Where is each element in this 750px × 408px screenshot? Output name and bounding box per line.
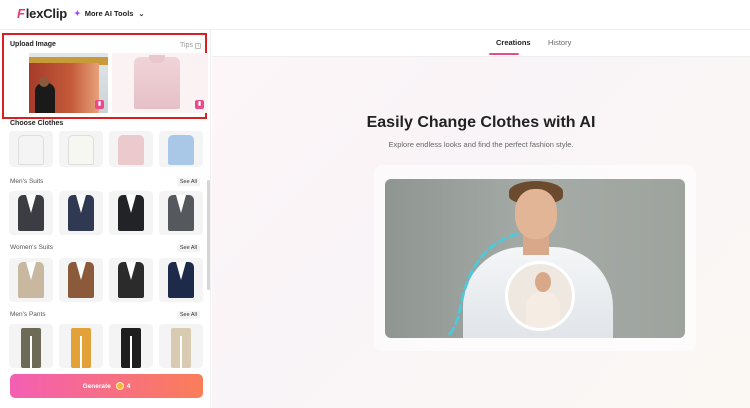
left-panel: Upload Image Tips ? ▮ ▮ Choose Clothes M… bbox=[0, 30, 211, 408]
active-tab-indicator bbox=[489, 53, 519, 55]
clothes-item[interactable] bbox=[59, 324, 103, 368]
clothes-item[interactable] bbox=[59, 258, 103, 302]
sparkle-icon: ✦ bbox=[74, 9, 81, 18]
clothes-item[interactable] bbox=[159, 191, 203, 235]
clothes-item[interactable] bbox=[109, 258, 153, 302]
womens-suits-row bbox=[9, 258, 203, 302]
section-label-mens-suits: Men's Suits bbox=[10, 178, 44, 185]
generate-label: Generate bbox=[82, 382, 111, 390]
credit-cost: 4 bbox=[126, 382, 131, 390]
mens-pants-row bbox=[9, 324, 203, 368]
main-area: Creations History Easily Change Clothes … bbox=[212, 30, 750, 408]
hero-title: Easily Change Clothes with AI bbox=[366, 114, 596, 131]
demo-image bbox=[385, 179, 685, 338]
uploaded-clothes-image[interactable]: ▮ bbox=[112, 53, 208, 113]
see-all-button[interactable]: See All bbox=[176, 178, 200, 186]
generate-button[interactable]: Generate 4 bbox=[10, 374, 203, 398]
more-ai-tools-label: More AI Tools bbox=[84, 9, 134, 18]
clothes-preview-circle bbox=[505, 261, 575, 331]
section-label-womens-suits: Women's Suits bbox=[10, 244, 54, 251]
clothes-item[interactable] bbox=[109, 131, 153, 167]
clothes-item[interactable] bbox=[9, 131, 53, 167]
tab-bar: Creations History bbox=[212, 30, 750, 57]
clothes-item[interactable] bbox=[9, 191, 53, 235]
flexclip-logo[interactable]: FlexClip bbox=[17, 6, 67, 21]
clothes-item[interactable] bbox=[159, 258, 203, 302]
tips-link[interactable]: Tips ? bbox=[180, 42, 201, 49]
see-all-button[interactable]: See All bbox=[176, 244, 200, 252]
upload-image-title: Upload Image bbox=[10, 41, 56, 48]
clothes-item[interactable] bbox=[59, 131, 103, 167]
chevron-down-icon: ⌄ bbox=[138, 10, 145, 18]
mens-suits-row bbox=[9, 191, 203, 235]
hero-subtitle: Explore endless looks and find the perfe… bbox=[388, 140, 574, 149]
choose-clothes-title: Choose Clothes bbox=[10, 120, 64, 127]
section-label-mens-pants: Men's Pants bbox=[10, 311, 46, 318]
more-ai-tools-menu[interactable]: ✦ More AI Tools ⌄ bbox=[74, 9, 144, 18]
tips-label: Tips bbox=[180, 42, 193, 49]
tab-history[interactable]: History bbox=[548, 38, 571, 47]
logo-mark: F bbox=[17, 6, 25, 21]
clothes-item[interactable] bbox=[159, 324, 203, 368]
info-icon: ? bbox=[195, 42, 201, 49]
clothes-item[interactable] bbox=[59, 191, 103, 235]
see-all-button[interactable]: See All bbox=[176, 311, 200, 319]
delete-icon[interactable]: ▮ bbox=[95, 100, 104, 109]
clothes-item[interactable] bbox=[9, 258, 53, 302]
uploaded-person-image[interactable]: ▮ bbox=[29, 53, 108, 113]
coin-icon bbox=[115, 382, 124, 390]
upload-image-section: Upload Image Tips ? ▮ ▮ bbox=[2, 33, 208, 119]
clothes-item[interactable] bbox=[159, 131, 203, 167]
top-bar: FlexClip ✦ More AI Tools ⌄ bbox=[0, 0, 750, 30]
clothes-item[interactable] bbox=[109, 324, 153, 368]
tab-creations[interactable]: Creations bbox=[496, 38, 531, 47]
clothes-item[interactable] bbox=[109, 191, 153, 235]
scrollbar[interactable] bbox=[207, 180, 210, 290]
shirts-row bbox=[9, 131, 203, 167]
delete-icon[interactable]: ▮ bbox=[195, 100, 204, 109]
logo-text: lexClip bbox=[25, 6, 67, 21]
clothes-item[interactable] bbox=[9, 324, 53, 368]
